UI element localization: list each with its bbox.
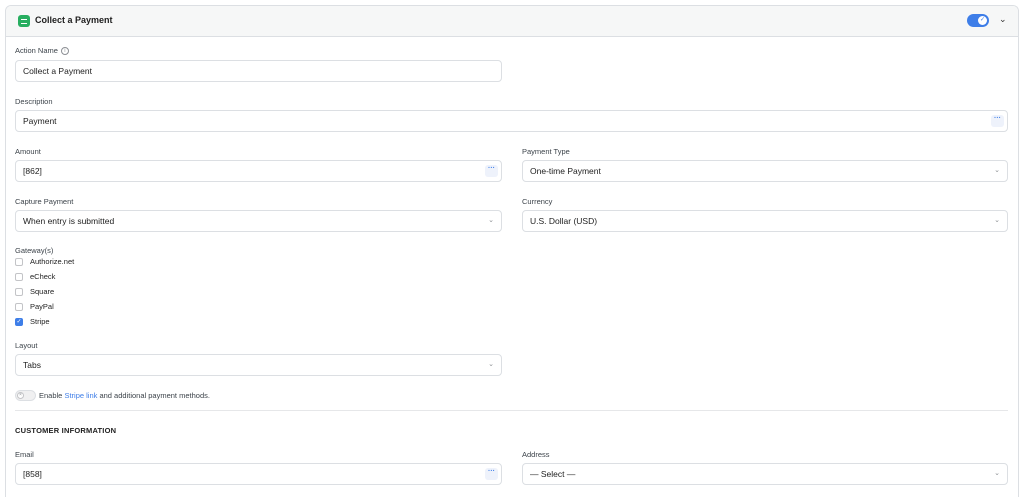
layout-label: Layout <box>15 341 38 350</box>
action-name-value: Collect a Payment <box>23 66 92 76</box>
close-icon: × <box>17 392 24 399</box>
payment-type-select[interactable]: One-time Payment ⌄ <box>522 160 1008 182</box>
email-input[interactable]: [858] ··· <box>15 463 502 485</box>
payment-type-label: Payment Type <box>522 147 570 156</box>
panel-title: Collect a Payment <box>35 15 113 25</box>
more-options-icon[interactable]: ··· <box>485 468 498 480</box>
customer-info-heading: CUSTOMER INFORMATION <box>15 426 117 435</box>
chevron-down-icon[interactable]: ⌄ <box>999 14 1007 25</box>
chevron-down-icon: ⌄ <box>488 217 494 224</box>
info-icon[interactable]: i <box>60 47 69 56</box>
gateway-label: Square <box>30 287 55 296</box>
layout-value: Tabs <box>23 360 41 370</box>
checkbox[interactable] <box>15 273 23 281</box>
action-name-input[interactable]: Collect a Payment <box>15 60 502 82</box>
panel-header[interactable]: Collect a Payment ✓ ⌄ <box>6 6 1018 37</box>
checkbox[interactable] <box>15 288 23 296</box>
description-label: Description <box>15 97 53 106</box>
description-value: Payment <box>23 116 57 126</box>
capture-payment-label: Capture Payment <box>15 197 74 206</box>
gateways-label: Gateway(s) <box>15 246 54 255</box>
gateway-label: Authorize.net <box>30 257 75 266</box>
chevron-down-icon: ⌄ <box>994 470 1000 477</box>
action-enabled-toggle[interactable]: ✓ <box>967 14 989 27</box>
chevron-down-icon: ⌄ <box>994 217 1000 224</box>
currency-label: Currency <box>522 197 553 206</box>
gateway-label: Stripe <box>30 317 50 326</box>
address-value: — Select — <box>530 469 576 479</box>
amount-label: Amount <box>15 147 41 156</box>
stripe-link-note: Enable Stripe link and additional paymen… <box>39 391 210 400</box>
amount-value: [862] <box>23 166 42 176</box>
stripe-note-suffix: and additional payment methods. <box>97 391 210 400</box>
amount-input[interactable]: [862] ··· <box>15 160 502 182</box>
currency-select[interactable]: U.S. Dollar (USD) ⌄ <box>522 210 1008 232</box>
capture-payment-value: When entry is submitted <box>23 216 115 226</box>
checkbox-checked[interactable]: ✓ <box>15 318 23 326</box>
gateway-label: eCheck <box>30 272 56 281</box>
stripe-link[interactable]: Stripe link <box>64 391 97 400</box>
currency-value: U.S. Dollar (USD) <box>530 216 598 226</box>
description-input[interactable]: Payment ··· <box>15 110 1008 132</box>
feed-icon <box>18 15 30 27</box>
layout-select[interactable]: Tabs ⌄ <box>15 354 502 376</box>
chevron-down-icon: ⌄ <box>488 361 494 368</box>
check-icon: ✓ <box>978 16 987 25</box>
divider <box>15 410 1008 411</box>
chevron-down-icon: ⌄ <box>994 167 1000 174</box>
email-label: Email <box>15 450 34 459</box>
email-value: [858] <box>23 469 42 479</box>
capture-payment-select[interactable]: When entry is submitted ⌄ <box>15 210 502 232</box>
checkbox[interactable] <box>15 303 23 311</box>
checkbox[interactable] <box>15 258 23 266</box>
action-name-label-text: Action Name <box>15 46 58 55</box>
address-select[interactable]: — Select — ⌄ <box>522 463 1008 485</box>
gateway-label: PayPal <box>30 302 54 311</box>
more-options-icon[interactable]: ··· <box>485 165 498 177</box>
action-name-label: Action Name i <box>15 46 69 56</box>
stripe-note-prefix: Enable <box>39 391 65 400</box>
stripe-link-toggle[interactable]: × <box>15 390 36 401</box>
more-options-icon[interactable]: ··· <box>991 115 1004 127</box>
address-label: Address <box>522 450 550 459</box>
payment-type-value: One-time Payment <box>530 166 601 176</box>
